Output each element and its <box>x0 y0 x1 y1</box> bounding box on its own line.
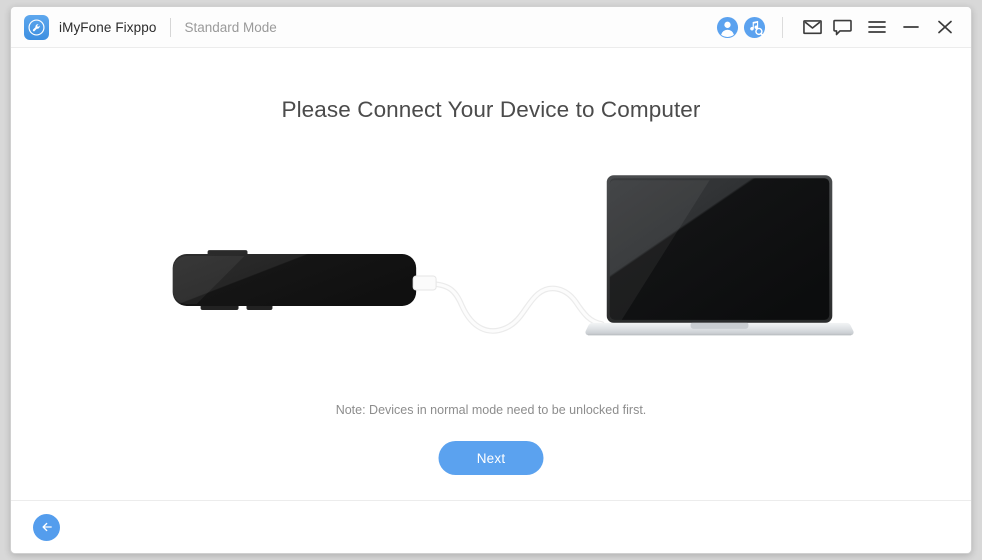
phone-illustration <box>172 250 417 310</box>
account-icon[interactable] <box>716 16 739 39</box>
footer <box>11 500 971 553</box>
titlebar-divider <box>782 16 783 38</box>
mode-label: Standard Mode <box>184 19 277 35</box>
brand-divider <box>170 17 172 37</box>
wrench-circle-icon <box>24 14 49 40</box>
brand: iMyFone Fixppo Standard Mode <box>24 14 277 40</box>
back-arrow-icon[interactable] <box>33 513 60 541</box>
feedback-icon[interactable] <box>827 14 857 40</box>
page-title: Please Connect Your Device to Computer <box>281 97 701 122</box>
close-icon[interactable] <box>931 14 959 40</box>
titlebar: iMyFone Fixppo Standard Mode <box>11 7 971 48</box>
connect-illustration <box>11 166 971 396</box>
menu-icon[interactable] <box>863 14 891 40</box>
usb-cable-illustration <box>412 275 605 334</box>
music-search-icon[interactable] <box>743 16 766 39</box>
app-window: iMyFone Fixppo Standard Mode Please Conn… <box>10 6 972 554</box>
mail-icon[interactable] <box>797 14 827 40</box>
content-area: Please Connect Your Device to Computer N… <box>11 48 971 500</box>
brand-name: iMyFone Fixppo <box>59 19 157 35</box>
next-button[interactable]: Next <box>438 441 544 475</box>
titlebar-actions <box>712 14 959 40</box>
note-text: Note: Devices in normal mode need to be … <box>335 403 647 417</box>
laptop-illustration <box>585 175 854 336</box>
minimize-icon[interactable] <box>897 14 925 40</box>
